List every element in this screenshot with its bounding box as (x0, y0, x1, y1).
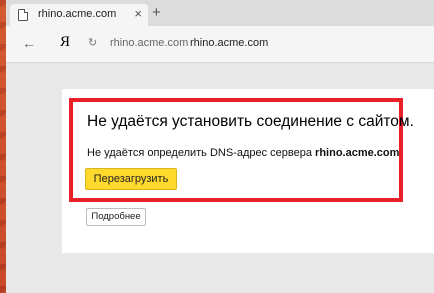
yandex-logo-icon[interactable]: Я (60, 34, 70, 51)
close-icon[interactable]: × (134, 6, 142, 22)
reload-button[interactable]: Перезагрузить (85, 168, 177, 190)
error-title: Не удаётся установить соединение с сайто… (87, 113, 414, 130)
navigation-bar: ← Я ↻ rhino.acme.com rhino.acme.com (6, 26, 434, 63)
details-button[interactable]: Подробнее (86, 208, 146, 226)
error-host: rhino.acme.com (315, 147, 400, 159)
address-host[interactable]: rhino.acme.com (110, 37, 188, 49)
address-input[interactable]: rhino.acme.com (190, 37, 268, 49)
error-message: Не удаётся определить DNS-адрес сервера … (87, 147, 399, 159)
new-tab-icon[interactable]: + (152, 5, 161, 21)
tab-title: rhino.acme.com (38, 8, 117, 20)
page-icon (18, 9, 28, 21)
reload-icon[interactable]: ↻ (88, 36, 97, 49)
back-arrow-icon[interactable]: ← (22, 35, 36, 51)
error-message-text: Не удаётся определить DNS-адрес сервера (87, 147, 316, 159)
tab-active[interactable]: rhino.acme.com × (10, 4, 148, 26)
tab-strip: rhino.acme.com × + (6, 0, 434, 26)
